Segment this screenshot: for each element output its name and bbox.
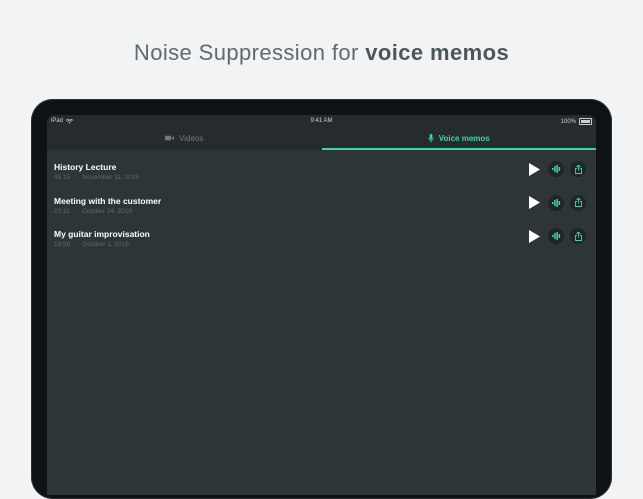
waveform-icon bbox=[551, 165, 560, 173]
share-icon bbox=[574, 164, 582, 174]
memo-duration: 45:15 bbox=[54, 174, 71, 181]
share-button[interactable] bbox=[570, 161, 586, 177]
video-camera-icon bbox=[165, 135, 175, 141]
headline: Noise Suppression for voice memos bbox=[0, 40, 643, 66]
play-icon bbox=[528, 162, 540, 176]
play-button[interactable] bbox=[526, 160, 542, 178]
memo-duration: 23:11 bbox=[54, 207, 70, 215]
memo-duration: 18:58 bbox=[54, 241, 71, 248]
ipad-frame: iPad 9:41 AM 100% Videos Voice memos His… bbox=[31, 99, 612, 499]
play-icon bbox=[528, 229, 540, 243]
play-button[interactable] bbox=[526, 194, 542, 212]
battery-percent: 100% bbox=[560, 118, 576, 125]
battery-icon bbox=[579, 118, 592, 125]
tab-voice-memos[interactable]: Voice memos bbox=[321, 126, 597, 150]
memo-date: November 11, 2018 bbox=[82, 174, 139, 181]
memo-row[interactable]: Meeting with the customer 23:11 October … bbox=[47, 188, 596, 222]
tab-bar: Videos Voice memos bbox=[47, 126, 596, 150]
share-icon bbox=[574, 231, 582, 241]
app-screen: iPad 9:41 AM 100% Videos Voice memos His… bbox=[47, 115, 596, 495]
tab-voice-memos-label: Voice memos bbox=[438, 133, 490, 143]
headline-prefix: Noise Suppression for bbox=[133, 40, 359, 65]
status-time: 9:41 AM bbox=[310, 118, 333, 124]
share-icon bbox=[574, 198, 582, 207]
status-bar: iPad 9:41 AM 100% bbox=[47, 115, 596, 126]
memo-row[interactable]: My guitar improvisation 18:58 October 1,… bbox=[47, 221, 596, 255]
microphone-icon bbox=[428, 133, 434, 143]
tab-videos[interactable]: Videos bbox=[47, 126, 322, 150]
noise-suppression-button[interactable] bbox=[548, 161, 564, 177]
memo-date: October 1, 2018 bbox=[82, 241, 129, 248]
noise-suppression-button[interactable] bbox=[548, 228, 564, 244]
memo-title: My guitar improvisation bbox=[54, 229, 150, 239]
memo-title: History Lecture bbox=[54, 162, 117, 172]
play-icon bbox=[528, 196, 540, 209]
share-button[interactable] bbox=[570, 228, 586, 244]
noise-suppression-button[interactable] bbox=[548, 194, 564, 211]
share-button[interactable] bbox=[570, 194, 586, 211]
waveform-icon bbox=[551, 232, 560, 240]
play-button[interactable] bbox=[526, 227, 542, 245]
memo-row[interactable]: History Lecture 45:15 November 11, 2018 bbox=[47, 154, 596, 188]
headline-emphasis: voice memos bbox=[365, 40, 510, 65]
memo-list: History Lecture 45:15 November 11, 2018 bbox=[47, 150, 596, 255]
memo-title: Meeting with the customer bbox=[54, 195, 162, 206]
waveform-icon bbox=[551, 198, 560, 207]
tab-videos-label: Videos bbox=[179, 133, 204, 143]
memo-date: October 24, 2018 bbox=[81, 207, 133, 215]
